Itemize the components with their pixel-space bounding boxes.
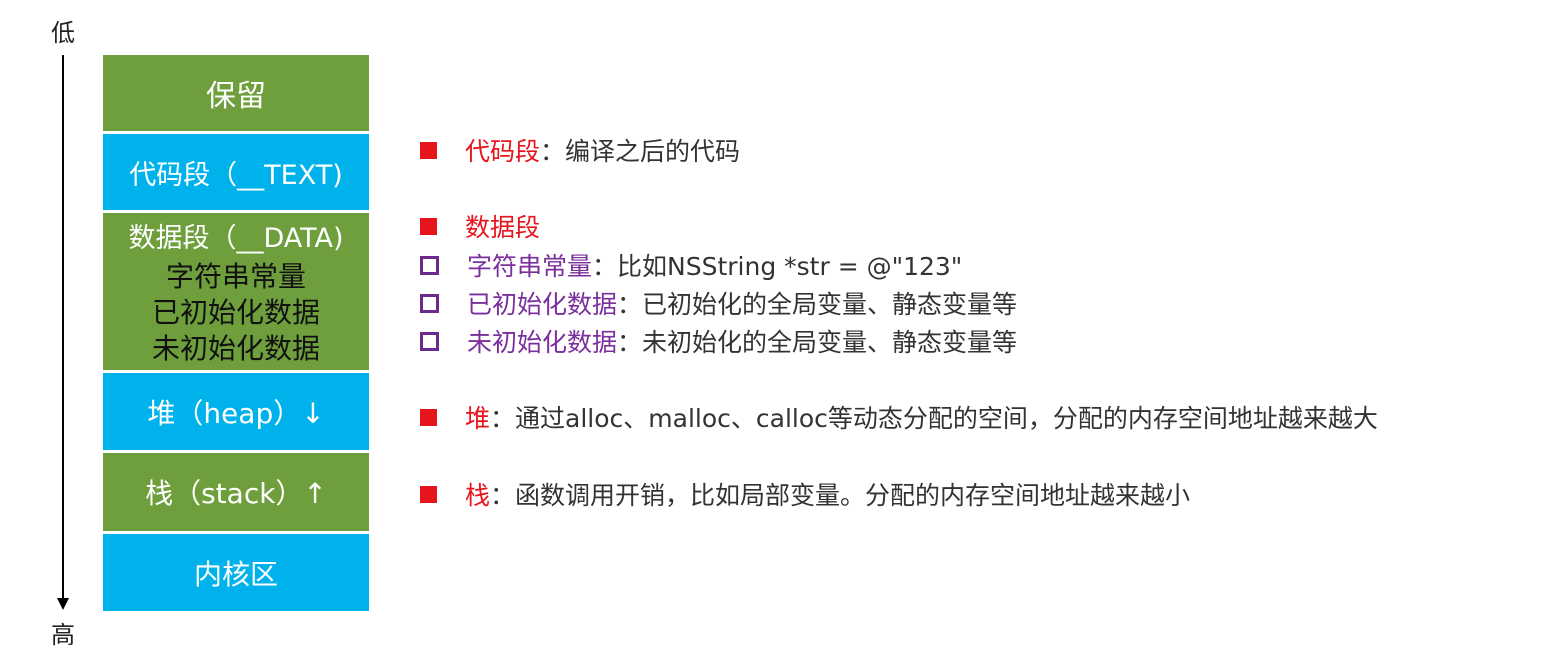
segment-data-string-constants: 字符串常量 — [165, 260, 306, 293]
hollow-square-bullet-icon — [420, 331, 439, 351]
filled-square-bullet-icon — [420, 217, 437, 235]
segment-data: 数据段（__DATA) 字符串常量 已初始化数据 未初始化数据 — [103, 213, 369, 370]
segment-kernel-label: 内核区 — [193, 557, 278, 591]
desc-term: 数据段 — [465, 213, 541, 242]
desc-heap: 堆 ：通过alloc、malloc、calloc等动态分配的空间，分配的内存空间… — [420, 399, 1378, 435]
segment-heap: 堆（heap）↓ — [103, 373, 369, 450]
segment-data-initialized: 已初始化数据 — [151, 296, 320, 329]
filled-square-bullet-icon — [420, 485, 437, 503]
segment-data-uninitialized: 未初始化数据 — [151, 332, 320, 365]
desc-term: 代码段 — [465, 137, 541, 166]
segment-kernel: 内核区 — [103, 534, 369, 611]
desc-term: 字符串常量 — [467, 252, 593, 281]
segment-stack-label: 栈（stack）↑ — [145, 477, 327, 510]
desc-text: ：未初始化的全局变量、静态变量等 — [617, 328, 1018, 357]
desc-term: 栈 — [465, 481, 491, 510]
desc-text: ：通过alloc、malloc、calloc等动态分配的空间，分配的内存空间地址… — [490, 404, 1378, 433]
desc-text: ：编译之后的代码 — [540, 137, 741, 166]
desc-term: 已初始化数据 — [467, 290, 618, 319]
desc-data-segment: 数据段 — [420, 208, 540, 244]
desc-string-constants: 字符串常量 ：比如NSString *str = @"123" — [420, 247, 962, 283]
desc-initialized-data: 已初始化数据 ：已初始化的全局变量、静态变量等 — [420, 285, 1017, 321]
filled-square-bullet-icon — [420, 141, 437, 159]
segment-data-label: 数据段（__DATA) — [128, 223, 344, 254]
address-axis-line — [62, 55, 64, 600]
hollow-square-bullet-icon — [420, 293, 439, 313]
desc-text-segment: 代码段 ：编译之后的代码 — [420, 132, 740, 168]
desc-uninitialized-data: 未初始化数据 ：未初始化的全局变量、静态变量等 — [420, 323, 1017, 359]
segment-text-label: 代码段（__TEXT) — [129, 159, 343, 191]
desc-text: ：已初始化的全局变量、静态变量等 — [617, 290, 1018, 319]
segment-reserved-label: 保留 — [206, 79, 266, 114]
desc-stack: 栈 ：函数调用开销，比如局部变量。分配的内存空间地址越来越小 — [420, 476, 1190, 512]
segment-text: 代码段（__TEXT) — [103, 134, 369, 210]
desc-term: 未初始化数据 — [467, 328, 618, 357]
axis-high-label: 高 — [51, 621, 75, 649]
axis-arrow-down-icon — [57, 598, 69, 610]
segment-stack: 栈（stack）↑ — [103, 453, 369, 531]
axis-low-label: 低 — [51, 19, 75, 47]
desc-term: 堆 — [465, 404, 491, 433]
filled-square-bullet-icon — [420, 408, 437, 426]
hollow-square-bullet-icon — [420, 255, 439, 275]
desc-text: ：函数调用开销，比如局部变量。分配的内存空间地址越来越小 — [490, 481, 1191, 510]
desc-text: ：比如NSString *str = @"123" — [592, 252, 963, 281]
segment-heap-label: 堆（heap）↓ — [147, 396, 325, 430]
segment-reserved: 保留 — [103, 55, 369, 131]
